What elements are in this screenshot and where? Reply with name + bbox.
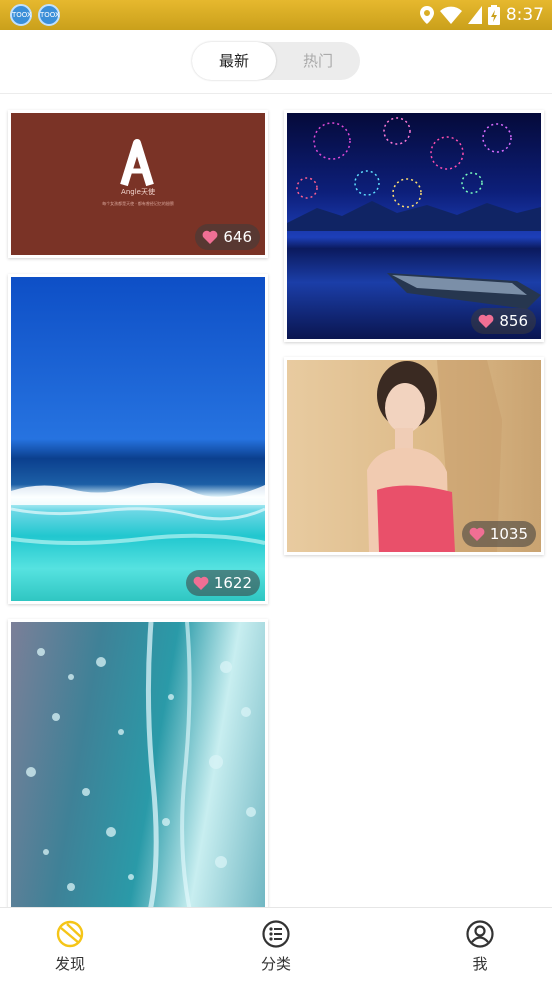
tab-discover-label: 发现 [54,955,85,973]
tab-category[interactable]: 分类 [216,908,336,983]
tab-latest[interactable]: 最新 [192,42,276,80]
like-count: 646 [223,228,252,246]
heart-icon [478,314,494,328]
tab-me[interactable]: 我 [420,908,540,983]
battery-charging-icon [487,5,500,25]
tab-discover[interactable]: 发现 [10,908,130,983]
water-drops [26,622,256,916]
like-badge[interactable]: 856 [471,308,536,334]
image-card[interactable]: 1035 [284,357,544,555]
heart-icon [193,576,209,590]
fireworks-scene [287,117,541,309]
like-badge[interactable]: 1035 [461,521,536,547]
tab-popular[interactable]: 热门 [276,42,360,80]
app-icon-label: TOOX [12,11,32,19]
image-card[interactable]: Angle天使 每个女孩都是天使 · 都有曾经记忆的翅膀 646 [8,110,268,258]
toox-app-icon: TOOX [10,4,32,26]
like-badge[interactable]: 1622 [185,570,260,596]
clock: 8:37 [505,5,544,25]
status-bar: TOOX TOOX 8:37 [0,0,552,30]
bottom-tab-bar: 发现 分类 我 [0,907,552,982]
category-list-icon [262,920,290,948]
tab-category-label: 分类 [260,955,291,973]
heart-icon [469,527,485,541]
like-count: 1035 [489,525,528,543]
tab-me-label: 我 [472,955,488,973]
user-profile-icon [466,920,494,948]
status-indicators: 8:37 [419,0,544,30]
segment-control: 最新 热门 [192,42,360,80]
card-image-ocean [11,277,265,601]
like-badge[interactable]: 646 [195,224,260,250]
toox-app-icon-2: TOOX [38,4,60,26]
top-bar: 最新 热门 [0,30,552,94]
wifi-icon [439,6,462,24]
app-icon-label-2: TOOX [40,11,60,19]
logo-text: Angle天使 [121,188,155,196]
like-count: 856 [499,312,528,330]
image-card[interactable]: 856 [284,110,544,342]
card-image-fireworks [287,113,541,339]
location-icon [419,6,434,24]
discover-icon [56,920,84,948]
card-image-water-drops [11,622,265,916]
logo-tagline: 每个女孩都是天使 · 都有曾经记忆的翅膀 [102,201,174,206]
cell-signal-icon [467,6,482,24]
image-card[interactable]: 1622 [8,274,268,604]
heart-icon [202,230,218,244]
image-card[interactable] [8,619,268,919]
wave-foam [11,482,265,545]
like-count: 1622 [213,574,252,592]
